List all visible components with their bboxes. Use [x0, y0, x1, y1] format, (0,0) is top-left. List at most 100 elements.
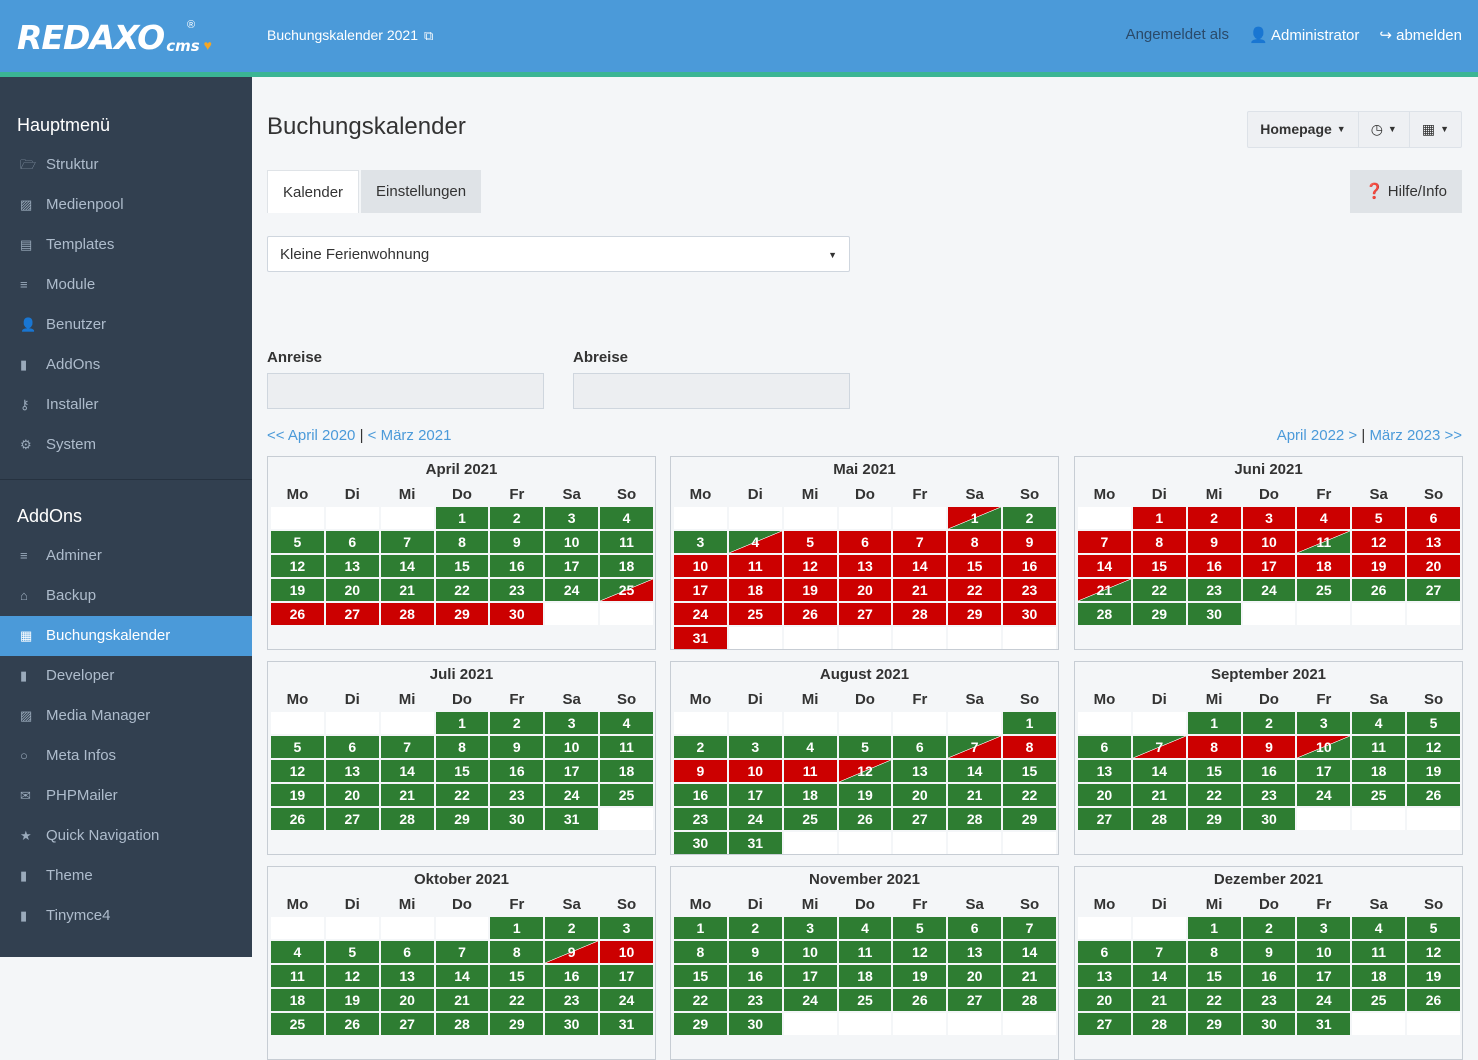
- day-cell-free[interactable]: 31: [728, 832, 782, 854]
- day-cell-booked[interactable]: 7: [893, 531, 947, 553]
- day-cell-free[interactable]: 11: [1352, 736, 1406, 758]
- day-cell-free[interactable]: 18: [271, 989, 324, 1011]
- day-cell-booked[interactable]: 19: [783, 579, 837, 601]
- sidebar-item-system[interactable]: ⚙ System: [0, 425, 252, 465]
- day-cell-free[interactable]: 4: [600, 507, 653, 529]
- day-cell-booked[interactable]: 20: [838, 579, 892, 601]
- day-cell-free[interactable]: 20: [325, 784, 379, 806]
- day-cell-booked[interactable]: 19: [1352, 555, 1406, 577]
- sidebar-item-benutzer[interactable]: 👤 Benutzer: [0, 305, 252, 345]
- day-cell-free[interactable]: 7: [1132, 941, 1186, 963]
- help-button[interactable]: ❓ Hilfe/Info: [1349, 170, 1462, 213]
- day-cell-free[interactable]: 13: [1078, 965, 1131, 987]
- day-cell-free[interactable]: 26: [325, 1013, 379, 1035]
- day-cell-free[interactable]: 11: [1352, 941, 1406, 963]
- day-cell-free[interactable]: 26: [271, 808, 324, 830]
- day-cell-free[interactable]: 9: [490, 531, 544, 553]
- day-cell-free[interactable]: 28: [380, 808, 434, 830]
- day-cell-free[interactable]: 6: [948, 917, 1002, 939]
- day-cell-free[interactable]: 25: [1297, 579, 1351, 601]
- day-cell-free[interactable]: 30: [1242, 808, 1296, 830]
- day-cell-booked[interactable]: 17: [1242, 555, 1296, 577]
- day-cell-booked[interactable]: 9: [674, 760, 727, 782]
- day-cell-booked[interactable]: 12: [783, 555, 837, 577]
- day-cell-free[interactable]: 3: [1297, 712, 1351, 734]
- day-cell-free[interactable]: 22: [490, 989, 544, 1011]
- day-cell-free[interactable]: 6: [1078, 736, 1131, 758]
- day-cell-free[interactable]: 7: [1003, 917, 1056, 939]
- sidebar-item-media-manager[interactable]: ▨ Media Manager: [0, 696, 252, 736]
- day-cell-free[interactable]: 28: [1078, 603, 1131, 625]
- day-cell-free[interactable]: 19: [893, 965, 947, 987]
- day-cell-booked[interactable]: 5: [783, 531, 837, 553]
- day-cell-free[interactable]: 5: [1407, 712, 1460, 734]
- day-cell-free[interactable]: 18: [783, 784, 837, 806]
- day-cell-free[interactable]: 29: [1132, 603, 1186, 625]
- day-cell-free[interactable]: 21: [380, 784, 434, 806]
- day-cell-free[interactable]: 20: [1078, 989, 1131, 1011]
- day-cell-free[interactable]: 11: [838, 941, 892, 963]
- day-cell-free[interactable]: 3: [545, 712, 599, 734]
- day-cell-booked[interactable]: 27: [838, 603, 892, 625]
- day-cell-free[interactable]: 23: [728, 989, 782, 1011]
- day-cell-booked[interactable]: 13: [1407, 531, 1460, 553]
- day-cell-free[interactable]: 27: [893, 808, 947, 830]
- tab-kalender[interactable]: Kalender: [267, 170, 360, 213]
- day-cell-free[interactable]: 24: [545, 784, 599, 806]
- day-cell-free[interactable]: 8: [674, 941, 727, 963]
- prev-month-link[interactable]: < März 2021: [368, 427, 452, 444]
- day-cell-free[interactable]: 15: [1003, 760, 1056, 782]
- day-cell-free[interactable]: 29: [1187, 1013, 1241, 1035]
- day-cell-arrival[interactable]: 7: [1132, 736, 1186, 758]
- day-cell-free[interactable]: 15: [1187, 965, 1241, 987]
- day-cell-free[interactable]: 25: [783, 808, 837, 830]
- day-cell-free[interactable]: 14: [380, 760, 434, 782]
- day-cell-free[interactable]: 2: [1003, 507, 1056, 529]
- day-cell-free[interactable]: 24: [783, 989, 837, 1011]
- day-cell-booked[interactable]: 5: [1352, 507, 1406, 529]
- day-cell-booked[interactable]: 10: [728, 760, 782, 782]
- day-cell-booked[interactable]: 30: [1003, 603, 1056, 625]
- day-cell-arrival[interactable]: 4: [728, 531, 782, 553]
- day-cell-free[interactable]: 1: [1187, 917, 1241, 939]
- day-cell-free[interactable]: 24: [1297, 989, 1351, 1011]
- prev-year-link[interactable]: << April 2020: [267, 427, 355, 444]
- day-cell-booked[interactable]: 16: [1187, 555, 1241, 577]
- day-cell-booked[interactable]: 14: [893, 555, 947, 577]
- day-cell-booked[interactable]: 11: [783, 760, 837, 782]
- sidebar-item-theme[interactable]: ▮ Theme: [0, 856, 252, 896]
- day-cell-free[interactable]: 9: [1242, 941, 1296, 963]
- day-cell-free[interactable]: 23: [674, 808, 727, 830]
- sidebar-item-adminer[interactable]: ≡ Adminer: [0, 536, 252, 576]
- day-cell-free[interactable]: 10: [545, 736, 599, 758]
- day-cell-free[interactable]: 25: [271, 1013, 324, 1035]
- homepage-dropdown[interactable]: Homepage ▼: [1248, 112, 1359, 147]
- day-cell-free[interactable]: 22: [674, 989, 727, 1011]
- day-cell-booked[interactable]: 15: [1132, 555, 1186, 577]
- day-cell-free[interactable]: 13: [325, 760, 379, 782]
- day-cell-booked[interactable]: 21: [893, 579, 947, 601]
- day-cell-free[interactable]: 21: [948, 784, 1002, 806]
- day-cell-free[interactable]: 22: [1003, 784, 1056, 806]
- day-cell-booked[interactable]: 10: [1242, 531, 1296, 553]
- day-cell-free[interactable]: 15: [435, 555, 489, 577]
- day-cell-free[interactable]: 24: [728, 808, 782, 830]
- sidebar-item-addons[interactable]: ▮ AddOns: [0, 345, 252, 385]
- day-cell-free[interactable]: 16: [674, 784, 727, 806]
- day-cell-free[interactable]: 5: [838, 736, 892, 758]
- day-cell-free[interactable]: 25: [1352, 784, 1406, 806]
- day-cell-booked[interactable]: 9: [1003, 531, 1056, 553]
- site-link[interactable]: Buchungskalender 2021 ⧉: [267, 27, 433, 44]
- day-cell-free[interactable]: 29: [1003, 808, 1056, 830]
- day-cell-free[interactable]: 16: [490, 555, 544, 577]
- day-cell-departure[interactable]: 10: [1297, 736, 1351, 758]
- day-cell-free[interactable]: 30: [674, 832, 727, 854]
- next-month-link[interactable]: April 2022 >: [1277, 427, 1357, 444]
- day-cell-free[interactable]: 30: [1187, 603, 1241, 625]
- day-cell-free[interactable]: 1: [435, 712, 489, 734]
- day-cell-booked[interactable]: 6: [838, 531, 892, 553]
- day-cell-free[interactable]: 1: [490, 917, 544, 939]
- day-cell-free[interactable]: 22: [1187, 784, 1241, 806]
- day-cell-free[interactable]: 30: [545, 1013, 599, 1035]
- day-cell-free[interactable]: 2: [490, 712, 544, 734]
